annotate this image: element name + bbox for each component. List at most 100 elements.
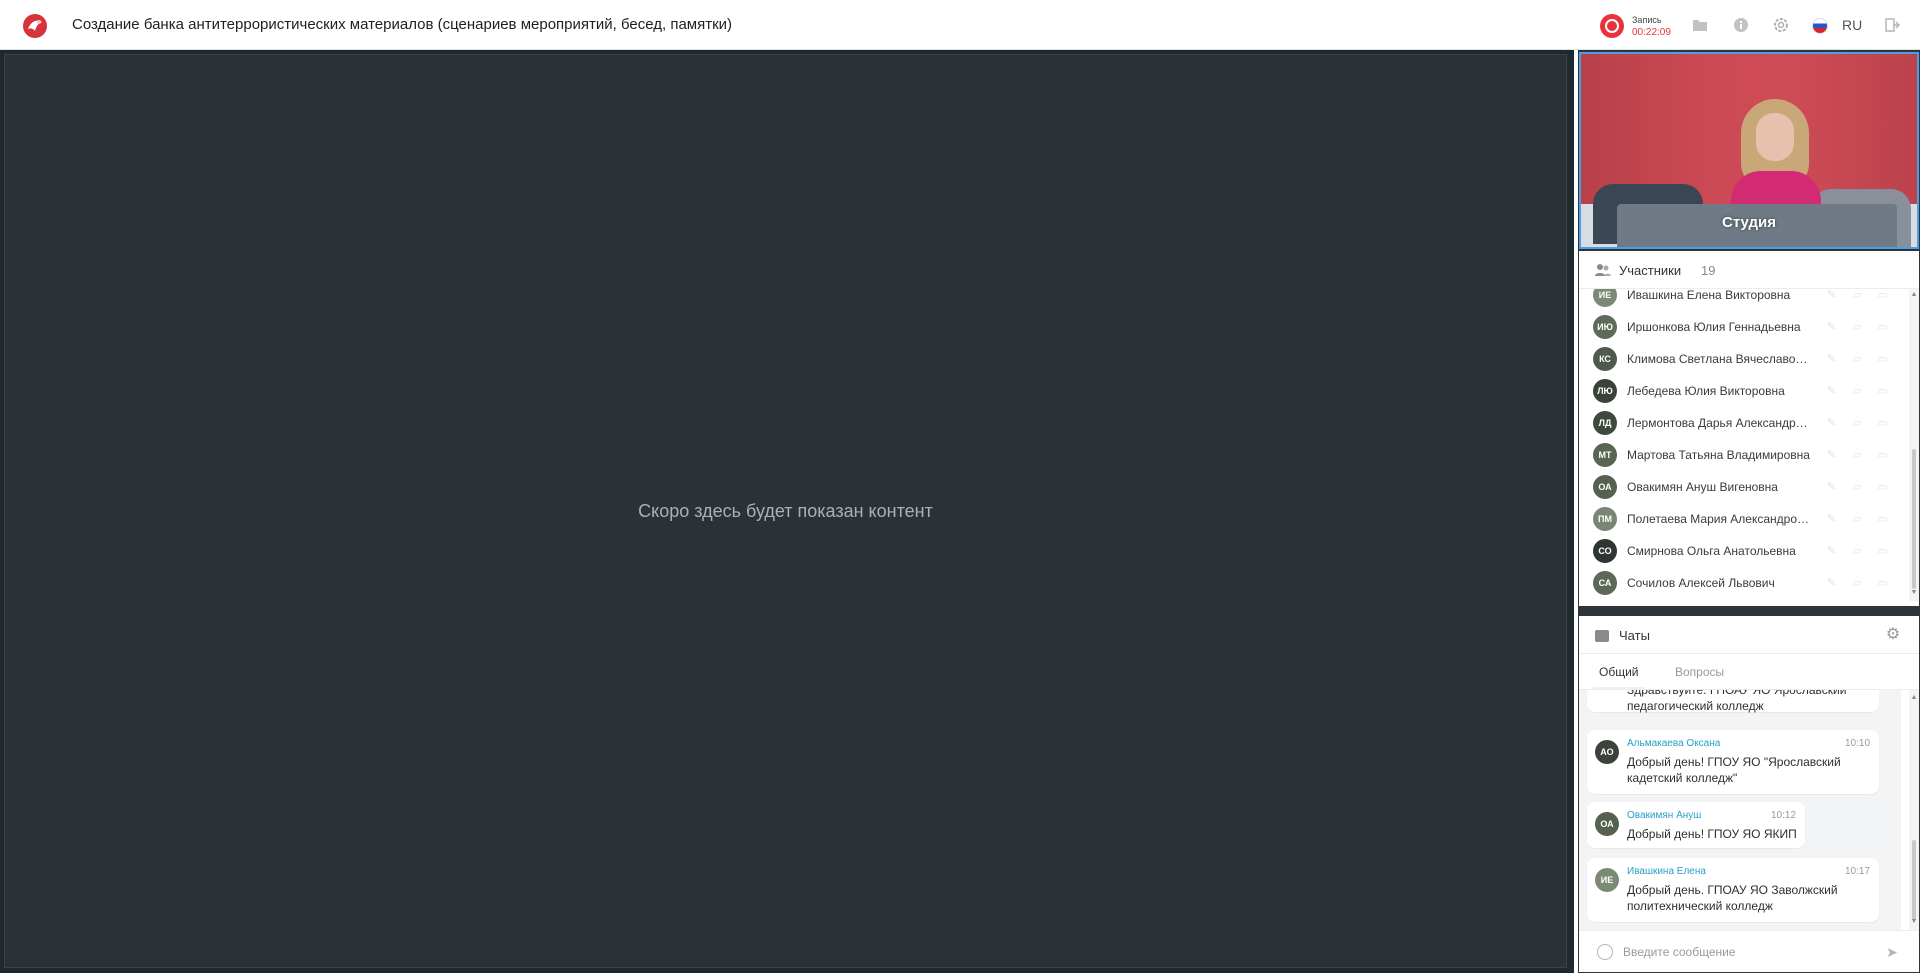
scroll-down-icon[interactable]: ▼: [1910, 589, 1918, 597]
participants-count: 19: [1701, 263, 1716, 278]
pencil-icon[interactable]: ✎: [1827, 289, 1839, 301]
info-icon[interactable]: [1731, 15, 1751, 35]
avatar: АО: [1595, 740, 1619, 764]
chat-bubble-icon[interactable]: ▱: [1853, 448, 1865, 461]
chat-message-partial: Здравствуйте. ГПОАУ ЯО Ярославский педаг…: [1587, 690, 1879, 713]
scroll-thumb[interactable]: [1912, 449, 1916, 589]
participant-name: Сочилов Алексей Львович: [1627, 576, 1775, 590]
message-author[interactable]: Альмакаева Оксана: [1627, 738, 1720, 749]
scroll-up-icon[interactable]: ▲: [1910, 694, 1918, 702]
studio-video[interactable]: Студия: [1579, 52, 1919, 249]
folder-icon[interactable]: [1690, 15, 1710, 35]
message-author[interactable]: Овакимян Ануш: [1627, 810, 1701, 821]
message-input[interactable]: [1623, 941, 1873, 963]
participants-header: Участники 19: [1579, 251, 1919, 289]
chat-tabs: Общий Вопросы: [1579, 654, 1919, 690]
message-author[interactable]: Ивашкина Елена: [1627, 866, 1706, 877]
tab-questions[interactable]: Вопросы: [1675, 665, 1724, 679]
pencil-icon[interactable]: ✎: [1827, 416, 1839, 429]
app-logo-icon[interactable]: [22, 13, 48, 39]
participant-name: Ивашкина Елена Викторовна: [1627, 289, 1791, 302]
chat-message: АО Альмакаева Оксана 10:10 Добрый день! ГПО…: [1587, 730, 1879, 794]
scroll-up-icon[interactable]: ▲: [1910, 291, 1918, 299]
settings-icon[interactable]: [1771, 15, 1791, 35]
pencil-icon[interactable]: ✎: [1827, 576, 1839, 589]
message-text: Добрый день! ГПОУ ЯО ЯКИП: [1627, 827, 1797, 841]
message-time: 10:17: [1845, 866, 1871, 877]
participant-row[interactable]: СА Сочилов Алексей Львович ✎ ▱ ▭: [1579, 567, 1901, 599]
recording-label: Запись: [1632, 15, 1662, 25]
participant-row[interactable]: ЛЮ Лебедева Юлия Викторовна ✎ ▱ ▭: [1579, 375, 1901, 407]
exit-icon[interactable]: [1882, 15, 1902, 35]
chat-message: ОА Овакимян Ануш 10:12 Добрый день! ГПОУ ЯО…: [1587, 802, 1805, 848]
participant-name: Иршонкова Юлия Геннадьевна: [1627, 320, 1801, 334]
chat-bubble-icon[interactable]: ▱: [1853, 416, 1865, 429]
participant-row[interactable]: ОА Овакимян Ануш Вигеновна ✎ ▱ ▭: [1579, 471, 1901, 503]
pencil-icon[interactable]: ✎: [1827, 480, 1839, 493]
screen-icon[interactable]: ▭: [1877, 320, 1889, 333]
message-text: кадетский колледж": [1627, 771, 1738, 785]
screen-icon[interactable]: ▭: [1877, 352, 1889, 365]
screen-icon[interactable]: ▭: [1877, 384, 1889, 397]
tab-underline: [1593, 687, 1645, 689]
stage-bottom-bar: [0, 968, 1574, 973]
chat-bubble-icon[interactable]: ▱: [1853, 352, 1865, 365]
send-icon[interactable]: ➤: [1886, 944, 1902, 960]
participant-row[interactable]: МТ Мартова Татьяна Владимировна ✎ ▱ ▭: [1579, 439, 1901, 471]
chat-message: ИЕ Ивашкина Елена 10:17 Добрый день. ГПОАУ …: [1587, 858, 1879, 922]
chat-bubble-icon[interactable]: ▱: [1853, 289, 1865, 301]
chat-bubble-icon[interactable]: ▱: [1853, 384, 1865, 397]
russian-flag-icon[interactable]: [1812, 18, 1828, 34]
pencil-icon[interactable]: ✎: [1827, 448, 1839, 461]
emoji-icon[interactable]: [1597, 944, 1613, 960]
message-composer: ➤: [1579, 930, 1919, 972]
screen-icon[interactable]: ▭: [1877, 544, 1889, 557]
message-text: Добрый день! ГПОУ ЯО "Ярославский: [1627, 755, 1841, 769]
participant-row[interactable]: КС Климова Светлана Вячеславовна ✎ ▱ ▭: [1579, 343, 1901, 375]
participants-list: ИЕ Ивашкина Елена Викторовна ✎ ▱ ▭ ИЮ Иршонков…: [1579, 289, 1901, 601]
message-text: политехнический колледж: [1627, 899, 1773, 913]
chat-bubble-icon[interactable]: ▱: [1853, 320, 1865, 333]
screen-icon[interactable]: ▭: [1877, 289, 1889, 301]
participant-row[interactable]: ИЮ Иршонкова Юлия Геннадьевна ✎ ▱ ▭: [1579, 311, 1901, 343]
chats-panel: Чаты ⚙ Общий Вопросы Здравствуйте. ГПОАУ…: [1579, 616, 1919, 972]
avatar: ЛД: [1593, 411, 1617, 435]
chat-icon: [1595, 630, 1609, 642]
stage-placeholder-text: Скоро здесь будет показан контент: [638, 500, 933, 521]
participant-row[interactable]: ЛД Лермонтова Дарья Александро... ✎ ▱ ▭: [1579, 407, 1901, 439]
screen-icon[interactable]: ▭: [1877, 576, 1889, 589]
message-text: педагогический колледж: [1627, 699, 1764, 713]
pencil-icon[interactable]: ✎: [1827, 352, 1839, 365]
chat-bubble-icon[interactable]: ▱: [1853, 480, 1865, 493]
record-icon[interactable]: [1600, 14, 1624, 38]
chat-bubble-icon[interactable]: ▱: [1853, 512, 1865, 525]
participant-row[interactable]: ИЕ Ивашкина Елена Викторовна ✎ ▱ ▭: [1579, 289, 1901, 311]
content-stage: Скоро здесь будет показан контент: [4, 54, 1567, 968]
pencil-icon[interactable]: ✎: [1827, 384, 1839, 397]
screen-icon[interactable]: ▭: [1877, 480, 1889, 493]
scroll-thumb[interactable]: [1912, 840, 1916, 920]
pencil-icon[interactable]: ✎: [1827, 320, 1839, 333]
screen-icon[interactable]: ▭: [1877, 416, 1889, 429]
participant-name: Овакимян Ануш Вигеновна: [1627, 480, 1778, 494]
language-selector[interactable]: RU: [1842, 17, 1862, 33]
participant-row[interactable]: ПМ Полетаева Мария Александровна ✎ ▱ ▭: [1579, 503, 1901, 535]
screen-icon[interactable]: ▭: [1877, 512, 1889, 525]
pencil-icon[interactable]: ✎: [1827, 512, 1839, 525]
avatar: ИЮ: [1593, 315, 1617, 339]
chat-bubble-icon[interactable]: ▱: [1853, 576, 1865, 589]
participants-scrollbar[interactable]: ▲ ▼: [1909, 289, 1919, 601]
tab-general[interactable]: Общий: [1599, 665, 1639, 679]
pencil-icon[interactable]: ✎: [1827, 544, 1839, 557]
chat-bubble-icon[interactable]: ▱: [1853, 544, 1865, 557]
avatar: МТ: [1593, 443, 1617, 467]
screen-icon[interactable]: ▭: [1877, 448, 1889, 461]
chat-scrollbar[interactable]: ▲ ▼: [1909, 690, 1919, 930]
scroll-down-icon[interactable]: ▼: [1910, 918, 1918, 926]
gear-icon[interactable]: ⚙: [1884, 626, 1902, 644]
event-title: Создание банка антитеррористических мате…: [72, 16, 733, 33]
participant-row[interactable]: СО Смирнова Ольга Анатольевна ✎ ▱ ▭: [1579, 535, 1901, 567]
avatar: ОА: [1593, 475, 1617, 499]
message-text: Добрый день. ГПОАУ ЯО Заволжский: [1627, 883, 1838, 897]
people-icon: [1595, 264, 1611, 276]
